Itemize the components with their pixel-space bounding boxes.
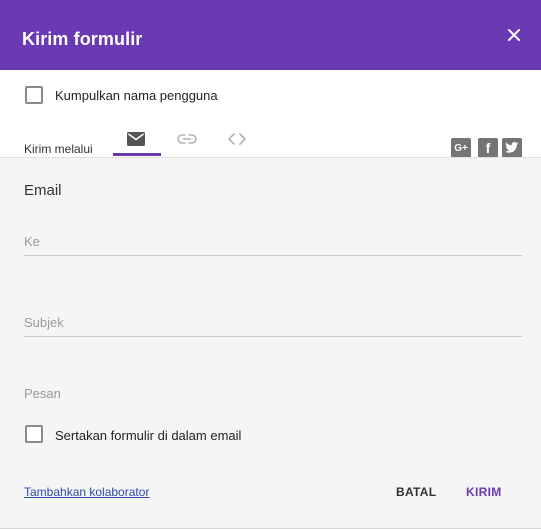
close-button[interactable] [503, 24, 525, 46]
twitter-icon [505, 142, 519, 153]
include-form-checkbox[interactable] [25, 425, 43, 443]
embed-code-icon [228, 133, 246, 145]
to-placeholder: Ke [24, 234, 40, 249]
collect-usernames-checkbox[interactable] [25, 86, 43, 104]
email-icon [127, 132, 145, 146]
tab-email[interactable] [113, 122, 159, 156]
close-icon [508, 29, 520, 41]
share-facebook-button[interactable]: f [478, 138, 498, 158]
collect-usernames-label: Kumpulkan nama pengguna [55, 88, 218, 103]
tab-link[interactable] [164, 122, 210, 156]
to-field[interactable]: Ke [24, 230, 522, 256]
google-plus-icon: G+ [454, 142, 468, 154]
email-section-title: Email [24, 182, 62, 199]
message-field[interactable]: Pesan [24, 386, 61, 401]
send-button[interactable]: KIRIM [458, 478, 510, 506]
facebook-icon: f [485, 140, 491, 156]
link-icon [177, 134, 197, 144]
send-form-dialog: Kirim formulir Kumpulkan nama pengguna K… [0, 0, 541, 529]
tab-embed[interactable] [214, 122, 260, 156]
cancel-button[interactable]: BATAL [388, 478, 444, 506]
subject-field[interactable]: Subjek [24, 311, 522, 337]
share-twitter-button[interactable] [502, 138, 522, 158]
include-form-label: Sertakan formulir di dalam email [55, 428, 242, 443]
dialog-title: Kirim formulir [22, 29, 143, 49]
email-panel [0, 158, 541, 528]
selected-tab-indicator [113, 153, 161, 156]
subject-placeholder: Subjek [24, 315, 64, 330]
dialog-header: Kirim formulir [0, 0, 541, 70]
add-collaborators-link[interactable]: Tambahkan kolaborator [24, 485, 149, 499]
share-google-plus-button[interactable]: G+ [451, 138, 471, 158]
send-via-label: Kirim melalui [24, 142, 93, 156]
